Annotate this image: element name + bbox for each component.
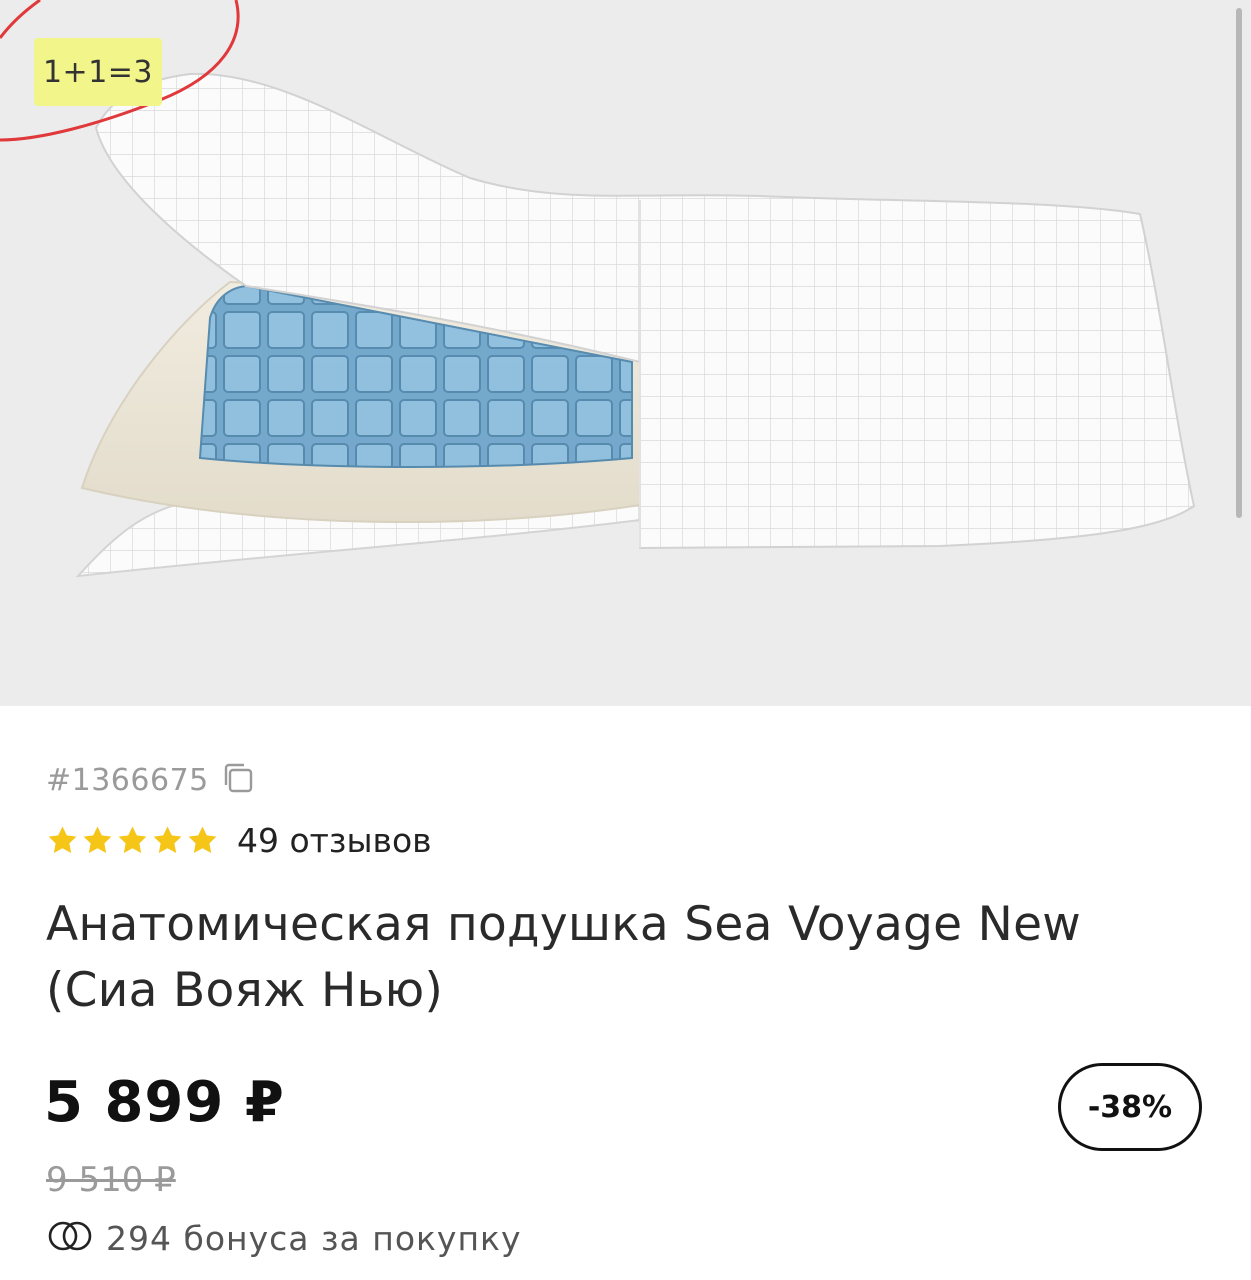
sku-row: #1366675	[46, 758, 255, 802]
star-icon	[83, 825, 112, 853]
coins-icon	[46, 1219, 94, 1257]
star-icon	[153, 825, 182, 853]
copy-icon[interactable]	[221, 761, 255, 799]
reviews-link[interactable]: 49 отзывов	[237, 821, 432, 860]
star-icon	[188, 825, 217, 853]
old-price: 9 510 ₽	[46, 1160, 176, 1200]
star-icon	[118, 825, 147, 853]
pillow-illustration	[0, 0, 1196, 578]
promo-badge: 1+1=3	[34, 38, 162, 106]
scrollbar[interactable]	[1236, 8, 1242, 518]
bonus-text: 294 бонуса за покупку	[106, 1218, 522, 1258]
star-icon	[48, 825, 77, 853]
rating-row[interactable]: 49 отзывов	[46, 818, 432, 862]
current-price: 5 899 ₽	[44, 1070, 285, 1135]
product-title: Анатомическая подушка Sea Voyage New (Си…	[46, 897, 1082, 1018]
product-image[interactable]: 1+1=3	[0, 0, 1251, 706]
discount-badge: -38%	[1058, 1063, 1202, 1151]
sku-number: #1366675	[46, 762, 209, 798]
bonus-row: 294 бонуса за покупку	[46, 1214, 522, 1262]
star-rating	[46, 824, 219, 857]
